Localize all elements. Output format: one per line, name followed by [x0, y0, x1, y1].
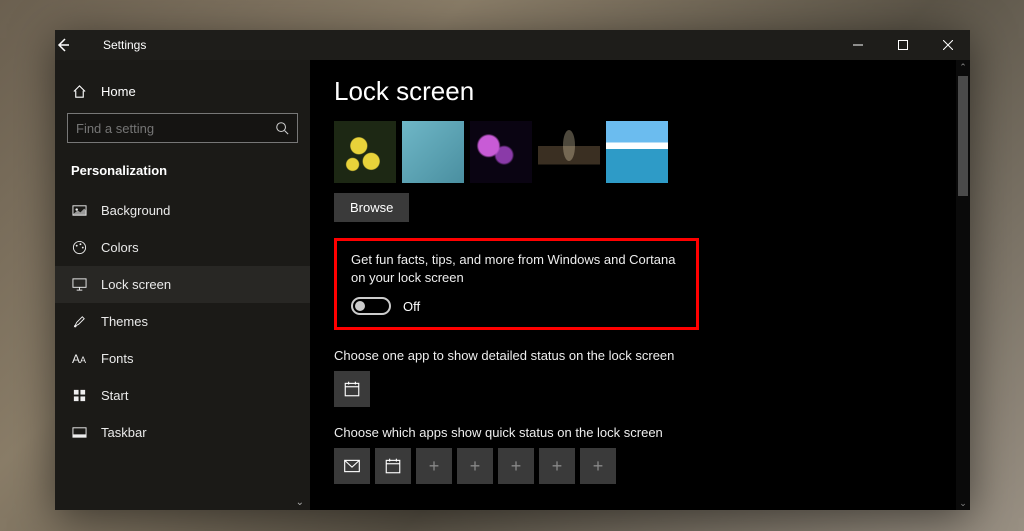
search-input[interactable]	[76, 121, 275, 136]
browse-button[interactable]: Browse	[334, 193, 409, 222]
maximize-button[interactable]	[880, 30, 925, 60]
fun-facts-toggle[interactable]	[351, 297, 391, 315]
home-icon	[71, 84, 87, 99]
scroll-down-hint[interactable]: ⌄	[296, 497, 304, 508]
picture-icon	[71, 203, 87, 218]
settings-window: Settings Home Personali	[55, 30, 970, 510]
main-content: Lock screen Browse Get fun facts, tips, …	[310, 60, 970, 510]
toggle-state-label: Off	[403, 299, 420, 314]
start-icon	[71, 388, 87, 403]
scroll-up-button[interactable]: ⌃	[956, 60, 970, 74]
search-box[interactable]	[67, 113, 298, 143]
sidebar-item-colors[interactable]: Colors	[55, 229, 310, 266]
sidebar-item-label: Lock screen	[101, 277, 171, 292]
mail-icon	[343, 457, 361, 475]
titlebar: Settings	[55, 30, 970, 60]
window-title: Settings	[103, 38, 146, 52]
quick-status-slot-1[interactable]	[334, 448, 370, 484]
quick-status-slot-3[interactable]: +	[416, 448, 452, 484]
main-scrollbar[interactable]: ⌃ ⌄	[956, 60, 970, 510]
quick-status-slot-5[interactable]: +	[498, 448, 534, 484]
sidebar-item-label: Fonts	[101, 351, 134, 366]
maximize-icon	[898, 40, 908, 50]
plus-icon: +	[511, 456, 522, 477]
arrow-left-icon	[55, 37, 71, 53]
sidebar-item-background[interactable]: Background	[55, 192, 310, 229]
close-icon	[943, 40, 953, 50]
home-label: Home	[101, 84, 136, 99]
search-icon	[275, 121, 289, 135]
page-title: Lock screen	[334, 76, 946, 107]
sidebar-item-label: Taskbar	[101, 425, 147, 440]
sidebar-item-start[interactable]: Start	[55, 377, 310, 414]
sidebar-item-label: Start	[101, 388, 128, 403]
sidebar-item-label: Colors	[101, 240, 139, 255]
back-button[interactable]	[55, 37, 95, 53]
sidebar-item-label: Themes	[101, 314, 148, 329]
quick-status-label: Choose which apps show quick status on t…	[334, 425, 946, 440]
sidebar-item-themes[interactable]: Themes	[55, 303, 310, 340]
taskbar-icon	[71, 425, 87, 440]
detailed-status-app[interactable]	[334, 371, 370, 407]
quick-status-slot-2[interactable]	[375, 448, 411, 484]
palette-icon	[71, 240, 87, 255]
thumbnail-5[interactable]	[606, 121, 668, 183]
thumbnail-2[interactable]	[402, 121, 464, 183]
quick-status-slot-4[interactable]: +	[457, 448, 493, 484]
detailed-status-label: Choose one app to show detailed status o…	[334, 348, 946, 363]
quick-status-slot-6[interactable]: +	[539, 448, 575, 484]
paintbrush-icon	[71, 314, 87, 329]
fun-facts-label: Get fun facts, tips, and more from Windo…	[351, 251, 682, 287]
thumbnail-1[interactable]	[334, 121, 396, 183]
thumbnail-4[interactable]	[538, 121, 600, 183]
quick-status-slot-7[interactable]: +	[580, 448, 616, 484]
plus-icon: +	[552, 456, 563, 477]
scroll-down-button[interactable]: ⌄	[956, 496, 970, 510]
calendar-icon	[384, 457, 402, 475]
minimize-icon	[853, 40, 863, 50]
toggle-knob	[355, 301, 365, 311]
thumbnail-3[interactable]	[470, 121, 532, 183]
calendar-icon	[343, 380, 361, 398]
home-nav[interactable]: Home	[55, 78, 310, 113]
fun-facts-section: Get fun facts, tips, and more from Windo…	[334, 238, 699, 330]
plus-icon: +	[470, 456, 481, 477]
sidebar-item-label: Background	[101, 203, 170, 218]
scrollbar-thumb[interactable]	[958, 76, 968, 196]
background-thumbnails	[334, 121, 946, 183]
minimize-button[interactable]	[835, 30, 880, 60]
plus-icon: +	[593, 456, 604, 477]
plus-icon: +	[429, 456, 440, 477]
fonts-icon: AA	[71, 352, 87, 366]
sidebar-item-taskbar[interactable]: Taskbar	[55, 414, 310, 451]
section-header: Personalization	[55, 157, 310, 192]
monitor-icon	[71, 277, 87, 292]
sidebar-item-fonts[interactable]: AA Fonts	[55, 340, 310, 377]
sidebar: Home Personalization Background Colors L…	[55, 60, 310, 510]
quick-status-apps: + + + + +	[334, 448, 946, 484]
sidebar-item-lock-screen[interactable]: Lock screen	[55, 266, 310, 303]
close-button[interactable]	[925, 30, 970, 60]
